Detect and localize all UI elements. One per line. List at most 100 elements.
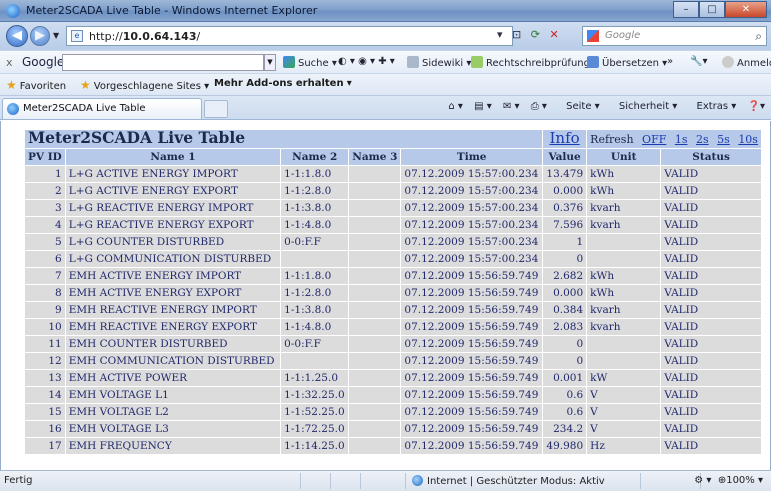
pv-id-cell: 8 <box>25 285 65 301</box>
value-cell: 0 <box>543 336 587 352</box>
time-cell: 07.12.2009 15:56:59.749 <box>401 387 542 403</box>
feeds-icon[interactable]: ▤ ▾ <box>474 101 492 112</box>
ie-logo-icon <box>6 4 20 18</box>
pv-id-cell: 11 <box>25 336 65 352</box>
refresh-off-link[interactable]: OFF <box>642 133 666 146</box>
navigation-bar: ◀ ▶ ▼ e http://10.0.64.143/ ▾ ⊡ ⟳ ✕ Goog… <box>0 22 771 50</box>
close-button[interactable]: ✕ <box>725 1 767 18</box>
table-row: 3 L+G REACTIVE ENERGY IMPORT 1-1:3.8.0 07.1… <box>25 200 761 216</box>
compatibility-icon[interactable]: ⊡ <box>512 28 521 41</box>
mail-icon[interactable]: ✉ ▾ <box>503 101 520 112</box>
name2-cell: 1-1:4.8.0 <box>281 217 349 233</box>
address-field[interactable]: e http://10.0.64.143/ <box>66 26 513 46</box>
pv-id-cell: 2 <box>25 183 65 199</box>
status-cell: VALID <box>661 319 761 335</box>
refresh-label: Refresh <box>590 132 634 146</box>
refresh-icon[interactable]: ⟳ <box>531 28 540 41</box>
address-dropdown-icon[interactable]: ▾ <box>497 28 503 41</box>
wrench-icon[interactable]: 🔧▾ <box>690 56 707 67</box>
name1-cell: EMH REACTIVE ENERGY IMPORT <box>65 302 281 318</box>
name1-cell: EMH ACTIVE ENERGY EXPORT <box>65 285 281 301</box>
page-menu[interactable]: Seite ▾ <box>558 101 600 112</box>
recent-pages-dropdown-icon[interactable]: ▼ <box>53 31 59 40</box>
time-cell: 07.12.2009 15:56:59.749 <box>401 302 542 318</box>
google-search-button[interactable]: Suche ▾ <box>283 56 337 69</box>
spellcheck-button[interactable]: Rechtschreibprüfung ▾ <box>471 56 598 69</box>
stop-icon[interactable]: ✕ <box>549 28 558 41</box>
refresh-2s-link[interactable]: 2s <box>696 133 709 146</box>
status-divider <box>360 473 361 489</box>
toolbar-more-button[interactable]: » <box>667 56 673 67</box>
name3-cell <box>349 370 401 386</box>
status-cell: VALID <box>661 370 761 386</box>
name3-cell <box>349 166 401 182</box>
unit-cell <box>587 234 661 250</box>
globe-icon <box>412 475 423 486</box>
table-body: 1 L+G ACTIVE ENERGY IMPORT 1-1:1.8.0 07.12.… <box>25 166 761 454</box>
help-icon[interactable]: ❓▾ <box>748 101 765 112</box>
table-row: 10 EMH REACTIVE ENERGY EXPORT 1-1:4.8.0 07.… <box>25 319 761 335</box>
search-icon[interactable]: ⌕ <box>755 29 762 44</box>
status-text: Fertig <box>4 475 33 486</box>
time-cell: 07.12.2009 15:56:59.749 <box>401 319 542 335</box>
table-row: 1 L+G ACTIVE ENERGY IMPORT 1-1:1.8.0 07.12.… <box>25 166 761 182</box>
column-header-name1: Name 1 <box>65 149 281 165</box>
name1-cell: EMH VOLTAGE L2 <box>65 404 281 420</box>
column-header-pv-id: PV ID <box>25 149 65 165</box>
pv-id-cell: 4 <box>25 217 65 233</box>
info-link[interactable]: Info <box>550 129 580 147</box>
forward-button[interactable]: ▶ <box>30 26 50 46</box>
name1-cell: EMH VOLTAGE L3 <box>65 421 281 437</box>
name2-cell: 1-1:14.25.0 <box>281 438 349 454</box>
name1-cell: EMH ACTIVE ENERGY IMPORT <box>65 268 281 284</box>
name3-cell <box>349 336 401 352</box>
unit-cell: V <box>587 404 661 420</box>
extras-menu[interactable]: Extras ▾ <box>689 101 737 112</box>
safety-menu[interactable]: Sicherheit ▾ <box>611 101 677 112</box>
unit-cell: kWh <box>587 285 661 301</box>
toolbar-icons-group[interactable]: ◐ ▾ ◉ ▾ ✚ ▾ <box>338 56 395 67</box>
pv-id-cell: 12 <box>25 353 65 369</box>
refresh-10s-link[interactable]: 10s <box>738 133 758 146</box>
column-header-status: Status <box>661 149 761 165</box>
addons-link[interactable]: Mehr Add-ons erhalten ▾ <box>214 78 352 89</box>
zoom-control[interactable]: ⚙ ▾ ⊕100% ▾ <box>694 475 763 486</box>
google-search-input[interactable] <box>62 54 264 71</box>
google-search-dropdown-icon[interactable]: ▼ <box>264 54 276 71</box>
command-bar: ⌂ ▾ ▤ ▾ ✉ ▾ ⎙ ▾ Seite ▾ Sicherheit ▾ Ext… <box>440 101 765 112</box>
table-row: 16 EMH VOLTAGE L3 1-1:72.25.0 07.12.2009 15… <box>25 421 761 437</box>
settings-icon[interactable]: ⚙ ▾ <box>694 475 711 486</box>
print-icon[interactable]: ⎙ ▾ <box>531 101 547 112</box>
window-title: Meter2SCADA Live Table - Windows Interne… <box>26 4 318 17</box>
translate-button[interactable]: Übersetzen ▾ <box>587 56 667 69</box>
tab-meter2scada[interactable]: Meter2SCADA Live Table <box>2 98 202 119</box>
signin-button[interactable]: Anmelden <box>722 56 771 69</box>
browser-search-input[interactable]: Google ⌕ <box>582 26 767 46</box>
toolbar-close-icon[interactable]: x <box>6 56 13 69</box>
minimize-button[interactable]: – <box>673 1 699 18</box>
status-cell: VALID <box>661 268 761 284</box>
security-zone[interactable]: Internet | Geschützter Modus: Aktiv <box>412 475 605 487</box>
sidewiki-button[interactable]: Sidewiki ▾ <box>407 56 471 69</box>
unit-cell <box>587 336 661 352</box>
favorites-star-icon: ★ <box>6 78 17 92</box>
refresh-controls: Refresh OFF 1s 2s 5s 10s <box>587 130 761 148</box>
name3-cell <box>349 183 401 199</box>
address-url[interactable]: http://10.0.64.143/ <box>89 30 200 43</box>
name2-cell: 1-1:4.8.0 <box>281 319 349 335</box>
google-brand: Google <box>22 55 65 69</box>
refresh-5s-link[interactable]: 5s <box>717 133 730 146</box>
home-icon[interactable]: ⌂ ▾ <box>448 101 463 112</box>
back-button[interactable]: ◀ <box>6 25 28 47</box>
new-tab-button[interactable] <box>204 100 228 118</box>
favorites-button[interactable]: ★ Favoriten <box>6 78 66 92</box>
refresh-1s-link[interactable]: 1s <box>675 133 688 146</box>
maximize-button[interactable]: □ <box>699 1 725 18</box>
suggested-sites-link[interactable]: ★ Vorgeschlagene Sites ▾ <box>80 78 209 92</box>
google-logo-icon <box>587 30 599 42</box>
title-row: Meter2SCADA Live Table Info Refresh OFF … <box>25 130 761 148</box>
search-placeholder: Google <box>605 30 641 41</box>
live-table: Meter2SCADA Live Table Info Refresh OFF … <box>24 129 762 455</box>
page-icon: e <box>71 30 83 42</box>
time-cell: 07.12.2009 15:56:59.749 <box>401 353 542 369</box>
